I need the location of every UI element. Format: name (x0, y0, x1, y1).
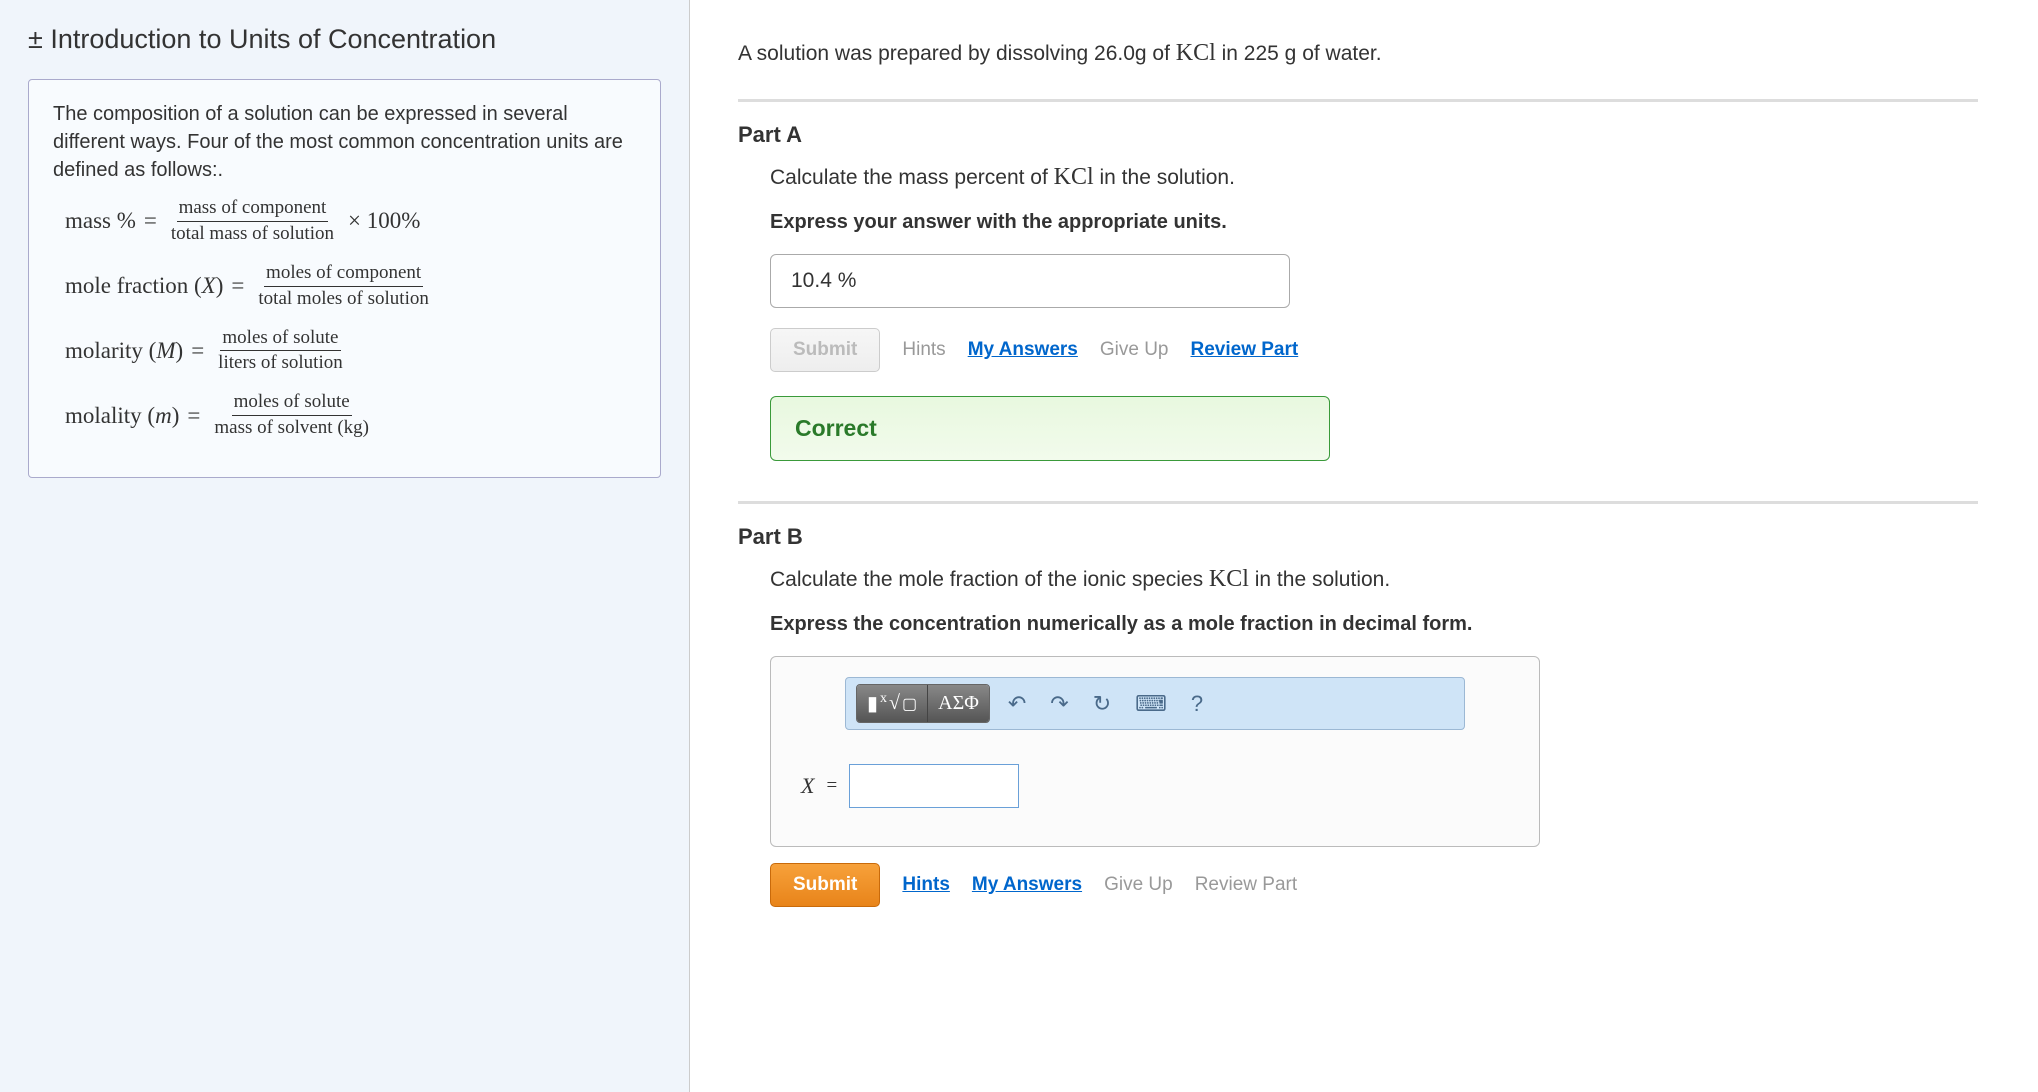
denominator: total moles of solution (256, 287, 430, 310)
equals: = (187, 400, 200, 432)
numerator: mass of component (177, 198, 329, 222)
fraction: moles of solute mass of solvent (kg) (212, 392, 371, 439)
intro-title: ± Introduction to Units of Concentration (28, 24, 661, 55)
part-a-button-row: Submit Hints My Answers Give Up Review P… (770, 328, 1978, 372)
denominator: total mass of solution (169, 222, 336, 245)
equals-sign: = (826, 775, 837, 797)
part-b-question: Calculate the mole fraction of the ionic… (770, 566, 1978, 593)
part-a-body: Calculate the mass percent of KCl in the… (738, 164, 1978, 461)
fraction: moles of solute liters of solution (216, 328, 345, 375)
q-pre: Calculate the mass percent of (770, 166, 1054, 189)
formula-mole-fraction: mole fraction (X) = moles of component t… (53, 263, 636, 310)
kcl: KCl (1176, 40, 1216, 66)
answer-input-area: ▮x√▢ ΑΣΦ ↶ ↷ ↻ ⌨ ? X = (770, 656, 1540, 847)
intro-box: The composition of a solution can be exp… (28, 79, 661, 478)
keyboard-icon[interactable]: ⌨ (1129, 687, 1173, 721)
part-b-body: Calculate the mole fraction of the ionic… (738, 566, 1978, 907)
title-prefix: ± (28, 24, 43, 54)
rect-icon: ▮ (867, 691, 878, 716)
part-a-title: Part A (738, 122, 1978, 148)
formula-mass-percent: mass % = mass of component total mass of… (53, 198, 636, 245)
numerator: moles of component (264, 263, 423, 287)
problem-post: in 225 g of water. (1216, 42, 1382, 65)
left-panel: ± Introduction to Units of Concentration… (0, 0, 690, 1092)
equation-toolbar: ▮x√▢ ΑΣΦ ↶ ↷ ↻ ⌨ ? (845, 677, 1465, 730)
answer-input[interactable] (849, 764, 1019, 808)
part-b-button-row: Submit Hints My Answers Give Up Review P… (770, 863, 1978, 907)
review-part-link[interactable]: Review Part (1195, 874, 1297, 896)
submit-button[interactable]: Submit (770, 863, 880, 907)
lhs: mole fraction (X) (65, 270, 223, 302)
numerator: moles of solute (220, 328, 340, 352)
correct-feedback: Correct (770, 396, 1330, 461)
help-icon[interactable]: ? (1185, 687, 1209, 721)
part-b-title: Part B (738, 524, 1978, 550)
right-panel: A solution was prepared by dissolving 26… (690, 0, 2038, 1092)
part-b-instruction: Express the concentration numerically as… (770, 613, 1978, 636)
give-up-link: Give Up (1100, 339, 1169, 361)
fraction: moles of component total moles of soluti… (256, 263, 430, 310)
part-a-question: Calculate the mass percent of KCl in the… (770, 164, 1978, 191)
numerator: moles of solute (232, 392, 352, 416)
fraction: mass of component total mass of solution (169, 198, 336, 245)
undo-icon[interactable]: ↶ (1002, 687, 1032, 721)
my-answers-link[interactable]: My Answers (968, 339, 1078, 361)
hints-link[interactable]: Hints (902, 874, 950, 896)
math-templates-button[interactable]: ▮x√▢ (857, 685, 927, 722)
q-pre: Calculate the mole fraction of the ionic… (770, 568, 1209, 591)
give-up-link[interactable]: Give Up (1104, 874, 1173, 896)
separator (738, 99, 1978, 102)
denominator: liters of solution (216, 351, 345, 374)
formula-molarity: molarity (M) = moles of solute liters of… (53, 328, 636, 375)
denominator: mass of solvent (kg) (212, 416, 371, 439)
equation-row: X = (795, 764, 1515, 808)
part-a-instruction: Express your answer with the appropriate… (770, 211, 1978, 234)
part-a-answer-display: 10.4 % (770, 254, 1290, 308)
lhs: molarity (M) (65, 335, 183, 367)
reset-icon[interactable]: ↻ (1087, 687, 1117, 721)
formula-molality: molality (m) = moles of solute mass of s… (53, 392, 636, 439)
lhs: mass % (65, 205, 136, 237)
equation-variable: X (801, 773, 814, 799)
my-answers-link[interactable]: My Answers (972, 874, 1082, 896)
title-text: Introduction to Units of Concentration (50, 24, 496, 54)
separator (738, 501, 1978, 504)
review-part-link[interactable]: Review Part (1191, 339, 1299, 361)
kcl: KCl (1054, 164, 1094, 190)
greek-button[interactable]: ΑΣΦ (927, 685, 989, 722)
kcl: KCl (1209, 566, 1249, 592)
toolbar-mode-group: ▮x√▢ ΑΣΦ (856, 684, 990, 723)
q-post: in the solution. (1094, 166, 1235, 189)
redo-icon[interactable]: ↷ (1044, 687, 1074, 721)
tail: × 100% (348, 205, 420, 237)
submit-button: Submit (770, 328, 880, 372)
intro-paragraph: The composition of a solution can be exp… (53, 100, 636, 184)
hints-link: Hints (902, 339, 945, 361)
sqrt-icon: √ (889, 692, 900, 715)
q-post: in the solution. (1249, 568, 1390, 591)
equals: = (191, 335, 204, 367)
lhs: molality (m) (65, 400, 179, 432)
problem-statement: A solution was prepared by dissolving 26… (738, 40, 1978, 67)
equals: = (231, 270, 244, 302)
equals: = (144, 205, 157, 237)
problem-pre: A solution was prepared by dissolving 26… (738, 42, 1176, 65)
